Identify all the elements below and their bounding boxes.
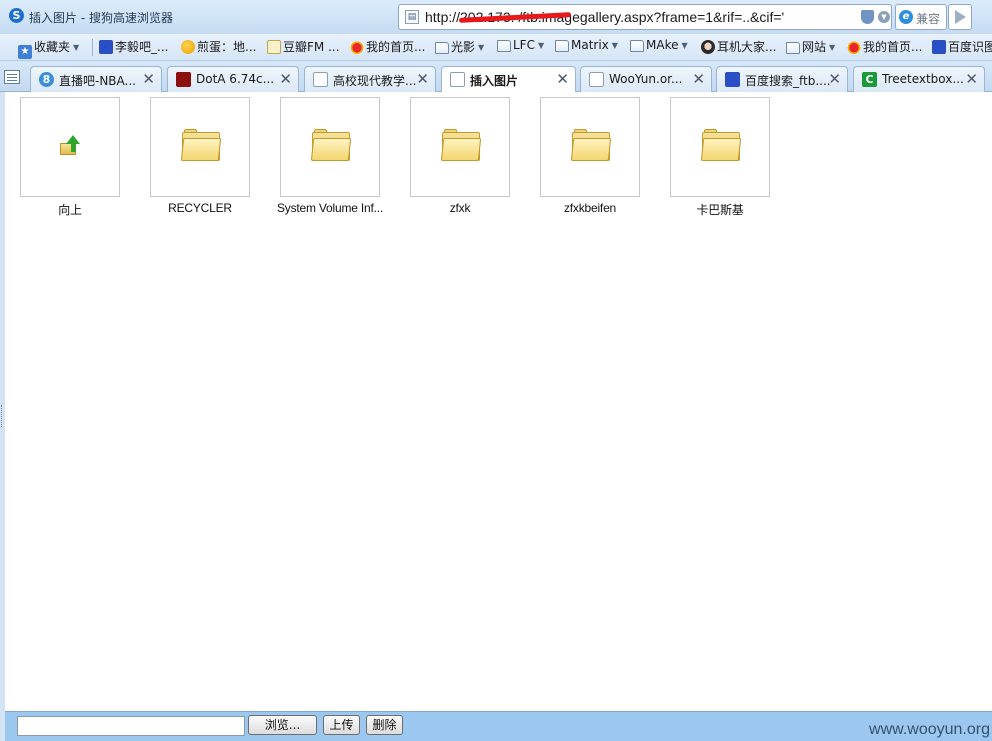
divider bbox=[92, 39, 93, 56]
weibo-icon bbox=[847, 40, 861, 54]
folder-icon bbox=[700, 129, 742, 161]
compat-label: 兼容 bbox=[916, 12, 941, 26]
watermark: www.wooyun.org bbox=[869, 721, 990, 738]
folder-icon bbox=[630, 40, 644, 52]
tab-list-icon[interactable] bbox=[4, 70, 20, 84]
tab-baidu-search[interactable]: 百度搜索_ftb.... ✕ bbox=[716, 66, 848, 92]
window-title: 插入图片 - 搜狗高速浏览器 bbox=[29, 11, 173, 25]
zhibo8-icon: 8 bbox=[39, 72, 54, 87]
folder-icon bbox=[435, 42, 449, 54]
folder-icon bbox=[310, 129, 352, 161]
paw-icon bbox=[725, 72, 740, 87]
file-name: zfxk bbox=[449, 201, 471, 215]
folder-icon bbox=[555, 40, 569, 52]
page-icon: ▤ bbox=[405, 10, 419, 24]
chevron-down-icon: ▼ bbox=[611, 41, 618, 50]
dota-icon bbox=[176, 72, 191, 87]
file-thumbnail[interactable] bbox=[150, 97, 250, 197]
folder-icon bbox=[497, 40, 511, 52]
tab-gaoxiao[interactable]: 高校现代教学... ✕ bbox=[304, 66, 436, 92]
folder-up-icon bbox=[60, 135, 82, 157]
favorite-link[interactable]: 我的首页... bbox=[847, 38, 922, 57]
browse-button[interactable]: 浏览... bbox=[248, 715, 317, 735]
egg-icon bbox=[181, 40, 195, 54]
file-thumbnail[interactable] bbox=[20, 97, 120, 197]
close-icon[interactable]: ✕ bbox=[416, 70, 429, 88]
favorite-folder[interactable]: MAke ▼ bbox=[630, 38, 688, 57]
folder-icon bbox=[440, 129, 482, 161]
file-name: 向上 bbox=[58, 203, 82, 217]
tab-bar: 8 直播吧-NBA... ✕ DotA 6.74c... ✕ 高校现代教学...… bbox=[0, 62, 992, 93]
favorite-link[interactable]: 豆瓣FM ... bbox=[267, 38, 340, 57]
face-icon bbox=[701, 40, 715, 54]
close-icon[interactable]: ✕ bbox=[692, 70, 705, 88]
close-icon[interactable]: ✕ bbox=[828, 70, 841, 88]
title-bar: S 插入图片 - 搜狗高速浏览器 ▤ http://202.173. /ftb.… bbox=[0, 0, 992, 34]
page-icon bbox=[450, 72, 465, 87]
tab-treetextbox[interactable]: C Treetextbox... ✕ bbox=[853, 66, 985, 92]
star-icon: ★ bbox=[18, 45, 32, 59]
chevron-down-icon: ▼ bbox=[73, 43, 80, 52]
page-icon bbox=[313, 72, 328, 87]
chevron-down-icon[interactable]: ▼ bbox=[878, 11, 890, 23]
favorite-link[interactable]: 耳机大家... bbox=[701, 38, 776, 57]
chevron-down-icon: ▼ bbox=[537, 41, 545, 50]
tab-dota[interactable]: DotA 6.74c... ✕ bbox=[167, 66, 299, 92]
file-name: RECYCLER bbox=[168, 201, 232, 215]
folder-icon bbox=[180, 129, 222, 161]
weibo-icon bbox=[350, 40, 364, 54]
paw-icon bbox=[932, 40, 946, 54]
delete-button[interactable]: 删除 bbox=[366, 715, 403, 735]
file-thumbnail[interactable] bbox=[540, 97, 640, 197]
chevron-down-icon: ▼ bbox=[829, 43, 836, 52]
ie-icon: e bbox=[899, 10, 913, 24]
favorite-link[interactable]: 李毅吧_... bbox=[99, 38, 168, 57]
play-arrow-icon bbox=[955, 10, 966, 24]
compat-mode-button[interactable]: e 兼容 bbox=[895, 4, 947, 30]
address-bar[interactable]: ▤ http://202.173. /ftb.imagegallery.aspx… bbox=[398, 4, 892, 30]
file-name: 卡巴斯基 bbox=[696, 203, 744, 217]
radio-icon bbox=[267, 40, 281, 54]
resize-grip[interactable] bbox=[1, 405, 4, 427]
go-button[interactable] bbox=[948, 4, 972, 30]
file-thumbnail[interactable] bbox=[410, 97, 510, 197]
tab-wooyun[interactable]: WooYun.or... ✕ bbox=[580, 66, 712, 92]
image-gallery: 向上 RECYCLER System Volume Inf... zfxk zf… bbox=[5, 92, 992, 711]
paw-icon bbox=[99, 40, 113, 54]
file-path-input[interactable] bbox=[17, 716, 245, 736]
chevron-down-icon: ▼ bbox=[478, 43, 485, 52]
favorite-link[interactable]: 煎蛋：地... bbox=[181, 38, 256, 57]
favorite-folder[interactable]: LFC ▼ bbox=[497, 38, 544, 57]
favorite-folder[interactable]: Matrix ▼ bbox=[555, 38, 618, 57]
close-icon[interactable]: ✕ bbox=[965, 70, 978, 88]
favorite-link[interactable]: 我的首页... bbox=[350, 38, 425, 57]
favorites-menu[interactable]: ★ 收藏夹 ▼ bbox=[18, 38, 80, 59]
close-icon[interactable]: ✕ bbox=[279, 70, 292, 88]
upload-bar: 浏览... 上传 删除 www.wooyun.org bbox=[5, 711, 992, 741]
c-icon: C bbox=[862, 72, 877, 87]
file-thumbnail[interactable] bbox=[670, 97, 770, 197]
page-icon bbox=[589, 72, 604, 87]
folder-icon bbox=[570, 129, 612, 161]
tab-insert-image[interactable]: 插入图片 ✕ bbox=[441, 66, 576, 93]
sogou-logo-icon: S bbox=[9, 8, 24, 23]
close-icon[interactable]: ✕ bbox=[556, 70, 569, 88]
file-thumbnail[interactable] bbox=[280, 97, 380, 197]
close-icon[interactable]: ✕ bbox=[142, 70, 155, 88]
favorites-bar: ★ 收藏夹 ▼ 李毅吧_... 煎蛋：地... 豆瓣FM ... 我的首页... 光… bbox=[0, 34, 992, 61]
file-name: System Volume Inf... bbox=[276, 201, 384, 215]
favorite-folder[interactable]: 网站 ▼ bbox=[786, 38, 835, 57]
favorite-folder[interactable]: 光影 ▼ bbox=[435, 38, 484, 57]
favorite-link[interactable]: 百度识图 bbox=[932, 38, 992, 57]
folder-icon bbox=[786, 42, 800, 54]
file-name: zfxkbeifen bbox=[563, 201, 617, 215]
upload-button[interactable]: 上传 bbox=[323, 715, 360, 735]
tab-zhibo8[interactable]: 8 直播吧-NBA... ✕ bbox=[30, 66, 162, 92]
chevron-down-icon: ▼ bbox=[681, 41, 688, 50]
shield-icon[interactable] bbox=[861, 10, 874, 24]
